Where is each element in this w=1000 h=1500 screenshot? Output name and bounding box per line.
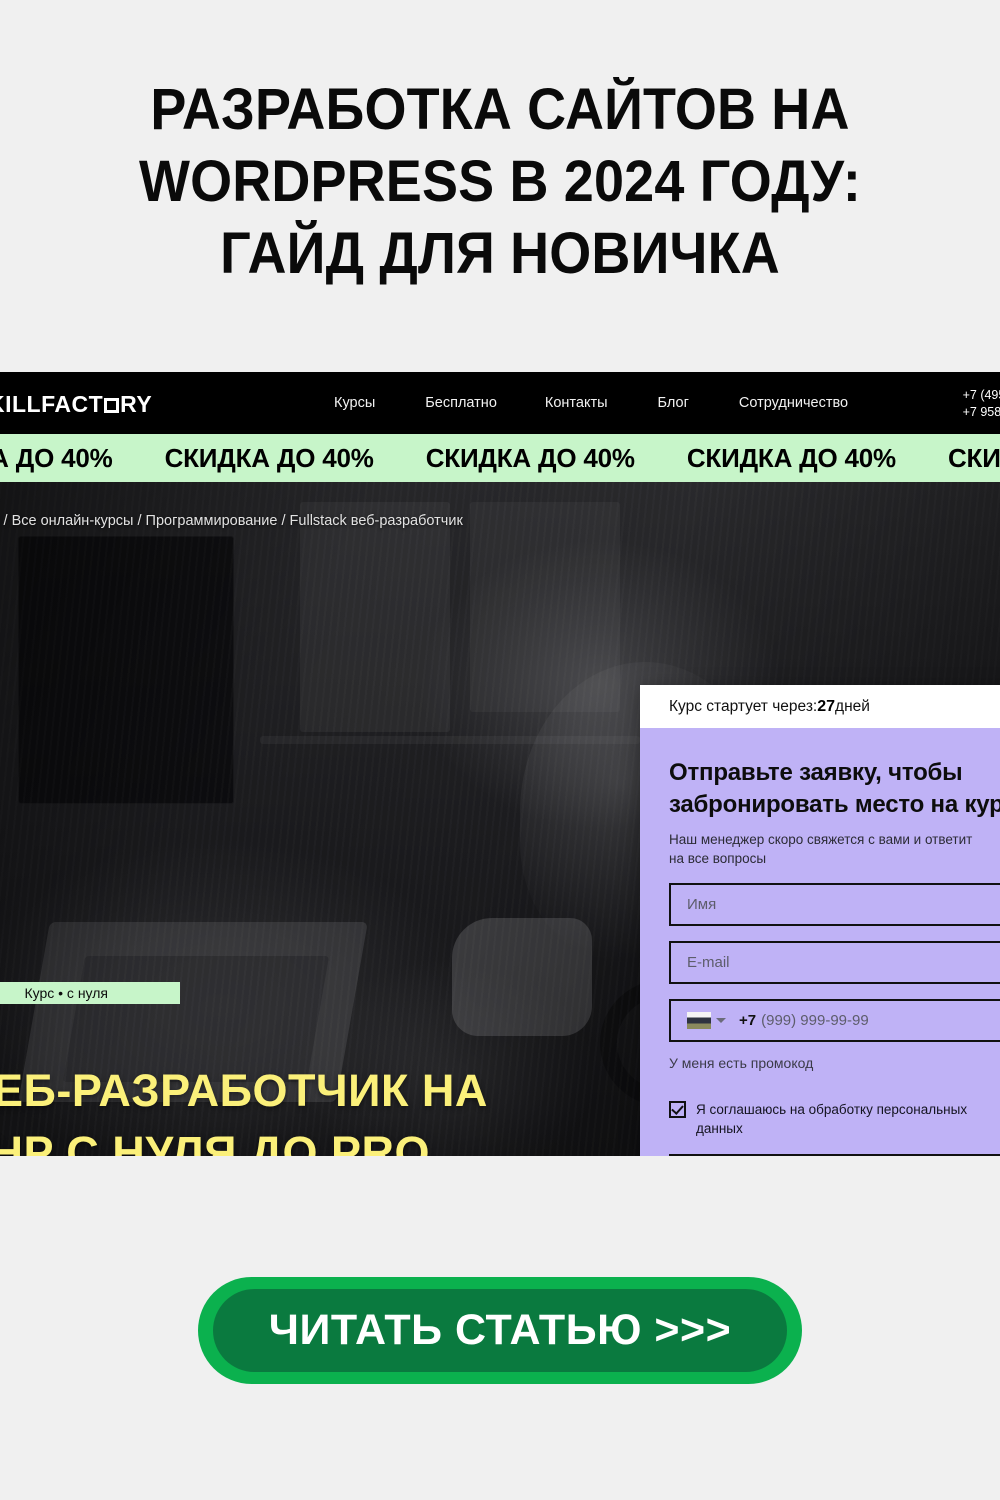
read-article-button[interactable]: ЧИТАТЬ СТАТЬЮ >>> <box>198 1277 802 1384</box>
countdown-prefix: Курс стартует через: <box>669 697 818 715</box>
logo-text-prefix: KILLFACT <box>0 391 104 417</box>
name-input-placeholder: Имя <box>687 896 717 913</box>
embedded-website-screenshot: KILLFACT RY Курсы Бесплатно Контакты Бло… <box>0 372 1000 1156</box>
course-badge: Курс • с нуля <box>0 982 180 1004</box>
promo-page: РАЗРАБОТКА САЙТОВ НА WORDPRESS В 2024 ГО… <box>0 0 1000 1500</box>
nav-item-free[interactable]: Бесплатно <box>425 395 497 411</box>
consent-row[interactable]: Я соглашаюсь на обработку персональных д… <box>669 1100 1000 1138</box>
course-badge-label: Курс • с нуля <box>24 985 108 1001</box>
logo-text-suffix: RY <box>120 391 153 417</box>
nav-links: Курсы Бесплатно Контакты Блог Сотрудниче… <box>334 395 848 411</box>
hero-headline: ВЕБ-РАЗРАБОТЧИК НА PHP С НУЛЯ ДО PRO <box>0 1065 488 1156</box>
nav-item-courses[interactable]: Курсы <box>334 395 375 411</box>
hero-section: factory / Все онлайн-курсы / Программиро… <box>0 482 1000 1156</box>
phone-country-code: +7 <box>739 1012 757 1029</box>
russia-flag-icon <box>687 1012 711 1029</box>
name-input[interactable]: Имя <box>669 883 1000 926</box>
discount-ticker: КИДКА ДО 40% СКИДКА ДО 40% СКИДКА ДО 40%… <box>0 434 1000 482</box>
lead-form-card: Курс стартует через: 27 дней Отправьте з… <box>640 685 1000 1156</box>
ticker-item: СКИДКА ДО 40% <box>947 442 1000 473</box>
lead-form-body: Отправьте заявку, чтобы забронировать ме… <box>640 728 1000 1156</box>
photo-hands-shape <box>452 918 592 1036</box>
phone-input[interactable]: +7 (999) 999-99-99 <box>669 999 1000 1042</box>
promocode-link[interactable]: У меня есть промокод <box>669 1055 1000 1071</box>
ticker-item: СКИДКА ДО 40% <box>164 442 374 473</box>
site-navbar: KILLFACT RY Курсы Бесплатно Контакты Бло… <box>0 372 1000 434</box>
email-input-placeholder: E-mail <box>687 954 730 971</box>
countdown-value: 27 <box>817 697 836 715</box>
consent-label: Я соглашаюсь на обработку персональных д… <box>696 1102 968 1136</box>
photo-desk-shape <box>260 736 640 744</box>
read-article-button-inner: ЧИТАТЬ СТАТЬЮ >>> <box>213 1289 787 1372</box>
skillfactory-logo[interactable]: KILLFACT RY <box>0 391 152 418</box>
ticker-item: СКИДКА ДО 40% <box>425 442 635 473</box>
nav-item-contacts[interactable]: Контакты <box>545 395 608 411</box>
chevron-down-icon[interactable] <box>716 1018 726 1023</box>
ticker-track: КИДКА ДО 40% СКИДКА ДО 40% СКИДКА ДО 40%… <box>0 443 1000 474</box>
read-article-button-label: ЧИТАТЬ СТАТЬЮ >>> <box>268 1306 732 1354</box>
photo-window-shape <box>300 502 450 732</box>
breadcrumb[interactable]: factory / Все онлайн-курсы / Программиро… <box>0 513 463 529</box>
photo-monitor-shape <box>18 536 234 804</box>
ticker-item: СКИДКА ДО 40% <box>686 442 896 473</box>
nav-item-partnership[interactable]: Сотрудничество <box>739 395 848 411</box>
ticker-item: КИДКА ДО 40% <box>0 442 113 473</box>
course-countdown-bar: Курс стартует через: 27 дней <box>640 685 1000 728</box>
phone-input-placeholder: (999) 999-99-99 <box>761 1012 869 1029</box>
photo-window-shape <box>470 502 620 712</box>
phone-primary[interactable]: +7 (495) 291- <box>963 387 1000 404</box>
form-title: Отправьте заявку, чтобы забронировать ме… <box>669 759 1000 818</box>
phone-secondary[interactable]: +7 958 577- <box>963 404 1000 421</box>
logo-square-o-icon <box>104 398 120 413</box>
email-input[interactable]: E-mail <box>669 941 1000 984</box>
page-title: РАЗРАБОТКА САЙТОВ НА WORDPRESS В 2024 ГО… <box>138 77 861 286</box>
form-note: Наш менеджер скоро свяжется с вами и отв… <box>669 832 973 866</box>
submit-button[interactable]: Отправить <box>669 1154 1000 1156</box>
nav-phone-numbers: +7 (495) 291- +7 958 577- <box>963 387 1000 421</box>
nav-item-blog[interactable]: Блог <box>658 395 689 411</box>
countdown-suffix: дней <box>835 697 870 715</box>
consent-checkbox[interactable] <box>669 1101 686 1118</box>
